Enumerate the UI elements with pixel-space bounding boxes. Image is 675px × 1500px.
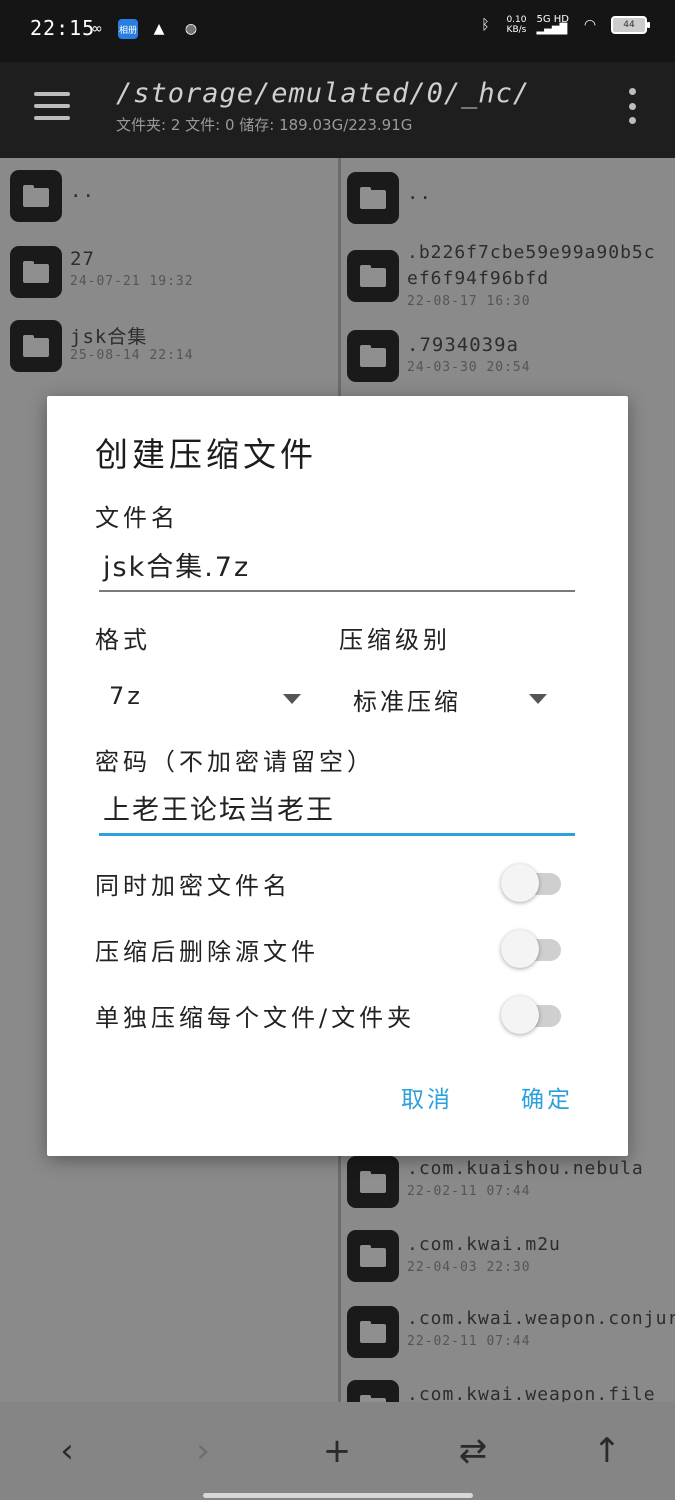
network-speed-unit: KB/s: [506, 25, 527, 35]
path-info: 文件夹: 2 文件: 0 储存: 189.03G/223.91G: [116, 116, 413, 134]
create-archive-dialog: 创建压缩文件 文件名 jsk合集.7z 格式 压缩级别 7z 标准压缩 密码（不…: [47, 396, 628, 1156]
signal-icon: ▂▄▆█: [536, 24, 568, 35]
file-name: .com.kwai.m2u: [407, 1234, 561, 1255]
file-name: .7934039a: [407, 334, 519, 356]
file-date: 22-04-03 22:30: [407, 1260, 531, 1275]
data-saver-icon: ◍: [184, 21, 198, 37]
list-item[interactable]: .com.kuaishou.nebula 22-02-11 07:44: [341, 1156, 675, 1226]
delete-source-toggle[interactable]: [501, 930, 563, 970]
file-name: .com.kwai.weapon.file: [407, 1384, 656, 1402]
list-item[interactable]: 27 24-07-21 19:32: [0, 242, 338, 312]
home-indicator[interactable]: [203, 1493, 473, 1498]
file-name-continued: ef6f94f96bfd: [407, 268, 550, 289]
format-select[interactable]: 7z: [99, 678, 309, 718]
folder-icon: [10, 170, 62, 222]
password-input[interactable]: 上老王论坛当老王: [99, 780, 575, 836]
back-button[interactable]: ‹: [42, 1426, 92, 1476]
parent-directory-button[interactable]: ↑: [582, 1426, 632, 1476]
folder-icon: [10, 320, 62, 372]
file-name: ..: [70, 180, 95, 202]
list-item[interactable]: .com.kwai.m2u 22-04-03 22:30: [341, 1230, 675, 1300]
compression-level-value: 标准压缩: [353, 688, 461, 716]
filename-label: 文件名: [95, 504, 179, 532]
more-options-icon[interactable]: [627, 88, 637, 124]
album-icon: 相册: [118, 19, 138, 39]
swap-panes-button[interactable]: ⇄: [448, 1426, 498, 1476]
compress-individually-toggle[interactable]: [501, 996, 563, 1036]
format-value: 7z: [109, 682, 143, 710]
file-date: 25-08-14 22:14: [70, 348, 194, 363]
file-date: 22-02-11 07:44: [407, 1334, 531, 1349]
list-item[interactable]: .7934039a 24-03-30 20:54: [341, 328, 675, 398]
compression-level-select[interactable]: 标准压缩: [343, 678, 553, 718]
cancel-button[interactable]: 取消: [401, 1080, 453, 1114]
ok-button[interactable]: 确定: [521, 1080, 573, 1114]
folder-icon: [10, 246, 62, 298]
format-label: 格式: [95, 626, 151, 654]
file-name: .com.kuaishou.nebula: [407, 1158, 644, 1179]
list-item[interactable]: ..: [341, 168, 675, 238]
chevron-down-icon: [529, 694, 547, 704]
file-date: 24-03-30 20:54: [407, 360, 531, 375]
file-name: 27: [70, 248, 95, 270]
folder-icon: [347, 330, 399, 382]
folder-icon: [347, 250, 399, 302]
network-speed: 0.10 KB/s: [506, 15, 526, 35]
file-date: 22-02-11 07:44: [407, 1184, 531, 1199]
menu-icon[interactable]: [34, 92, 70, 120]
bottom-toolbar: ‹ › + ⇄ ↑: [0, 1402, 675, 1500]
filename-input[interactable]: jsk合集.7z: [99, 538, 575, 592]
password-value: 上老王论坛当老王: [103, 795, 335, 826]
encrypt-filenames-toggle[interactable]: [501, 864, 563, 904]
file-date: 24-07-21 19:32: [70, 274, 194, 289]
folder-icon: [347, 172, 399, 224]
folder-icon: [347, 1380, 399, 1402]
list-item[interactable]: ..: [0, 166, 338, 236]
status-bar: 22:15 ∞ 相册 ▲ ◍ ᛒ 0.10 KB/s 5G HD ▂▄▆█ ◠ …: [0, 0, 675, 62]
battery-level: 44: [623, 20, 635, 30]
encrypt-filenames-label: 同时加密文件名: [95, 872, 291, 900]
add-button[interactable]: +: [312, 1426, 362, 1476]
list-item[interactable]: .com.kwai.weapon.conjure 22-02-11 07:44: [341, 1304, 675, 1374]
compression-level-label: 压缩级别: [339, 626, 451, 654]
network-type: 5G HD ▂▄▆█: [536, 15, 569, 35]
list-item[interactable]: .com.kwai.weapon.file: [341, 1378, 675, 1402]
game-controller-icon: ∞: [91, 21, 103, 37]
battery-icon: 44: [611, 16, 650, 34]
delete-source-label: 压缩后删除源文件: [95, 938, 319, 966]
forward-button[interactable]: ›: [178, 1426, 228, 1476]
folder-icon: [347, 1230, 399, 1282]
bluetooth-icon: ᛒ: [481, 17, 490, 33]
folder-icon: [347, 1306, 399, 1358]
dialog-title: 创建压缩文件: [95, 435, 317, 474]
network-speed-value: 0.10: [506, 15, 527, 25]
password-label: 密码（不加密请留空）: [95, 748, 375, 776]
file-name: ..: [407, 182, 432, 204]
file-name: .com.kwai.weapon.conjure: [407, 1308, 675, 1329]
file-name: .b226f7cbe59e99a90b5c: [407, 242, 656, 263]
app-header: /storage/emulated/0/_hc/ 文件夹: 2 文件: 0 储存…: [0, 62, 675, 158]
filename-value: jsk合集.7z: [103, 552, 251, 583]
status-notification-icons: ∞ 相册 ▲ ◍: [86, 18, 202, 40]
file-name: jsk合集: [70, 326, 148, 348]
list-item[interactable]: .b226f7cbe59e99a90b5c ef6f94f96bfd 22-08…: [341, 240, 675, 320]
status-system-icons: ᛒ 0.10 KB/s 5G HD ▂▄▆█ ◠ 44: [474, 14, 650, 36]
folder-icon: [347, 1156, 399, 1208]
compress-individually-label: 单独压缩每个文件/文件夹: [95, 1004, 416, 1032]
file-date: 22-08-17 16:30: [407, 294, 531, 309]
current-path: /storage/emulated/0/_hc/: [116, 78, 531, 109]
wifi-icon: ◠: [583, 17, 597, 33]
list-item[interactable]: jsk合集 25-08-14 22:14: [0, 316, 338, 386]
warning-icon: ▲: [153, 21, 165, 37]
chevron-down-icon: [283, 694, 301, 704]
